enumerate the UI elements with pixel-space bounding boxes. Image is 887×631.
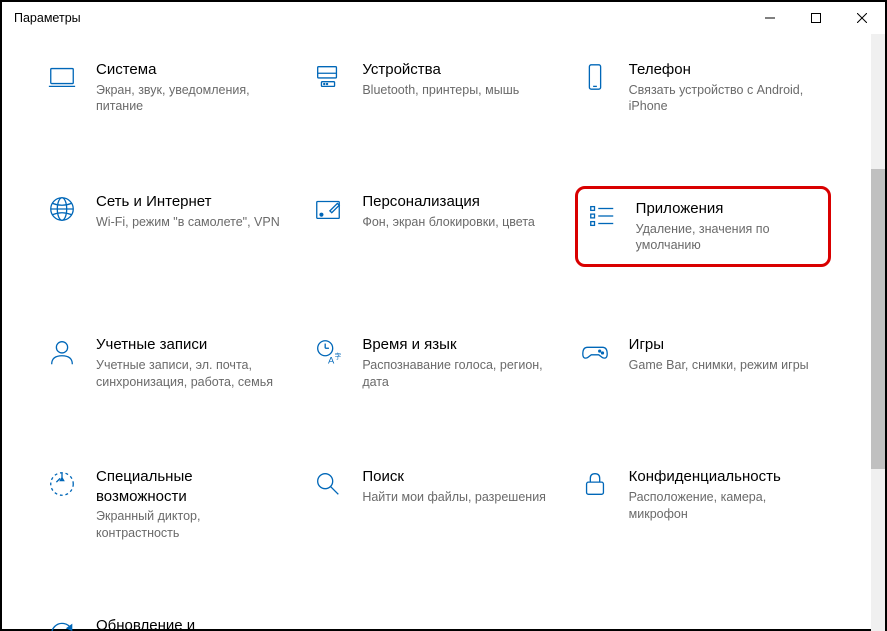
window-title: Параметры (14, 11, 747, 25)
tile-title: Устройства (362, 60, 552, 80)
scrollbar[interactable] (871, 34, 885, 631)
tile-accounts[interactable]: Учетные записи Учетные записи, эл. почта… (42, 329, 298, 399)
tile-title: Специальные возможности (96, 467, 286, 506)
tile-gaming[interactable]: Игры Game Bar, снимки, режим игры (575, 329, 831, 399)
tile-title: Приложения (636, 199, 812, 219)
tile-title: Персонализация (362, 192, 552, 212)
tile-desc: Экранный диктор, контрастность (96, 508, 286, 542)
tile-title: Конфиденциальность (629, 467, 819, 487)
accounts-icon (46, 335, 78, 393)
time-icon: A字 (312, 335, 344, 393)
tile-desc: Фон, экран блокировки, цвета (362, 214, 552, 231)
scrollbar-thumb[interactable] (871, 169, 885, 469)
ease-icon (46, 467, 78, 542)
tile-desc: Связать устройство с Android, iPhone (629, 82, 819, 116)
tile-devices[interactable]: Устройства Bluetooth, принтеры, мышь (308, 54, 564, 124)
close-button[interactable] (839, 2, 885, 34)
personalization-icon (312, 192, 344, 261)
tile-title: Телефон (629, 60, 819, 80)
tile-desc: Найти мои файлы, разрешения (362, 489, 552, 506)
update-icon (46, 616, 78, 631)
tile-title: Обновление и безопасность (96, 616, 286, 631)
tile-phone[interactable]: Телефон Связать устройство с Android, iP… (575, 54, 831, 124)
tile-personalization[interactable]: Персонализация Фон, экран блокировки, цв… (308, 186, 564, 267)
tile-desc: Bluetooth, принтеры, мышь (362, 82, 552, 99)
phone-icon (579, 60, 611, 118)
devices-icon (312, 60, 344, 118)
search-icon (312, 467, 344, 542)
tile-title: Учетные записи (96, 335, 286, 355)
tile-apps[interactable]: Приложения Удаление, значения по умолчан… (575, 186, 831, 267)
network-icon (46, 192, 78, 261)
tile-search[interactable]: Поиск Найти мои файлы, разрешения (308, 461, 564, 548)
tile-desc: Game Bar, снимки, режим игры (629, 357, 819, 374)
maximize-button[interactable] (793, 2, 839, 34)
tile-title: Поиск (362, 467, 552, 487)
settings-content: Система Экран, звук, уведомления, питани… (2, 34, 871, 631)
svg-text:字: 字 (335, 352, 342, 361)
tile-desc: Учетные записи, эл. почта, синхронизация… (96, 357, 286, 391)
tile-desc: Удаление, значения по умолчанию (636, 221, 812, 255)
tile-title: Система (96, 60, 286, 80)
titlebar: Параметры (2, 2, 885, 34)
gaming-icon (579, 335, 611, 393)
system-icon (46, 60, 78, 118)
tile-title: Время и язык (362, 335, 552, 355)
tile-desc: Расположение, камера, микрофон (629, 489, 819, 523)
tile-update[interactable]: Обновление и безопасность Обновления Win… (42, 610, 298, 631)
tile-network[interactable]: Сеть и Интернет Wi-Fi, режим "в самолете… (42, 186, 298, 267)
tile-privacy[interactable]: Конфиденциальность Расположение, камера,… (575, 461, 831, 548)
apps-icon (586, 199, 618, 254)
privacy-icon (579, 467, 611, 542)
tile-desc: Экран, звук, уведомления, питание (96, 82, 286, 116)
tile-title: Игры (629, 335, 819, 355)
tile-ease[interactable]: Специальные возможности Экранный диктор,… (42, 461, 298, 548)
tile-desc: Распознавание голоса, регион, дата (362, 357, 552, 391)
tile-system[interactable]: Система Экран, звук, уведомления, питани… (42, 54, 298, 124)
settings-grid: Система Экран, звук, уведомления, питани… (42, 54, 831, 631)
tile-time[interactable]: A字 Время и язык Распознавание голоса, ре… (308, 329, 564, 399)
tile-title: Сеть и Интернет (96, 192, 286, 212)
tile-desc: Wi-Fi, режим "в самолете", VPN (96, 214, 286, 231)
minimize-button[interactable] (747, 2, 793, 34)
